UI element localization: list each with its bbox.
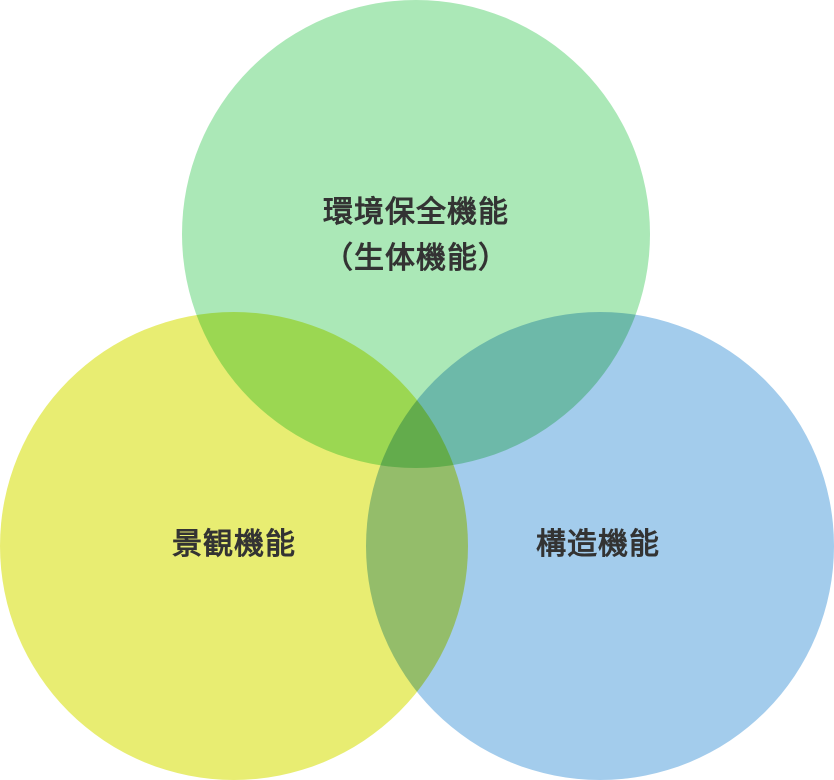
- label-environmental-line1: 環境保全機能: [323, 195, 509, 230]
- label-landscape-line1: 景観機能: [172, 527, 296, 562]
- venn-diagram: 環境保全機能 （生体機能） 景観機能 構造機能: [0, 0, 834, 780]
- label-structural: 構造機能: [536, 522, 660, 568]
- label-landscape: 景観機能: [172, 522, 296, 568]
- label-environmental-line2: （生体機能）: [323, 241, 509, 276]
- label-structural-line1: 構造機能: [536, 527, 660, 562]
- label-environmental: 環境保全機能 （生体機能）: [323, 190, 509, 282]
